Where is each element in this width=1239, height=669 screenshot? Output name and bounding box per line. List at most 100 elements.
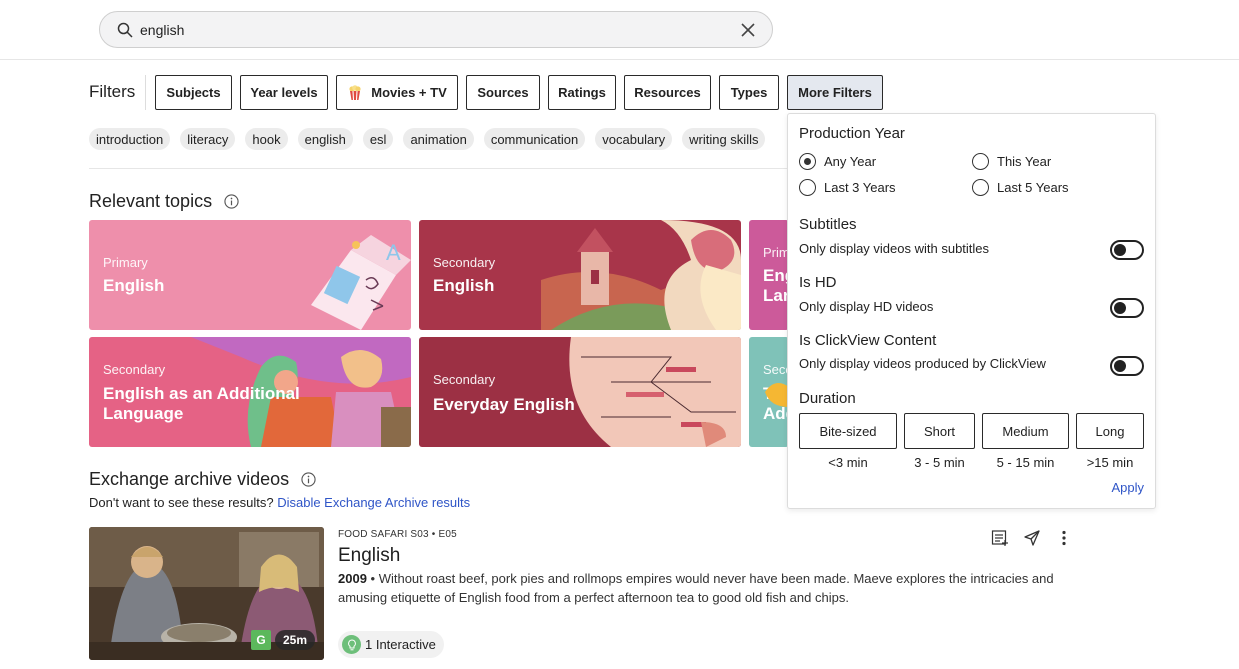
tag-chip[interactable]: introduction [89,128,171,150]
tag-chip[interactable]: esl [362,128,394,150]
radio-circle[interactable] [972,153,989,170]
topic-card-secondary-english[interactable]: Secondary English [419,220,741,330]
section-title: Relevant topics [89,191,213,211]
clickview-description: Only display videos produced by ClickVie… [799,356,1046,371]
ratings-filter-button[interactable]: Ratings [548,75,616,110]
tag-chip[interactable]: literacy [180,128,236,150]
button-label: Movies + TV [371,85,447,100]
more-options-icon[interactable] [1055,529,1073,547]
search-bar[interactable] [99,11,773,48]
topic-title: Eng Lan [763,266,789,305]
hd-description: Only display HD videos [799,299,934,314]
subtitles-toggle[interactable] [1110,240,1144,260]
radio-any-year[interactable]: Any Year [799,153,876,170]
radio-label: Last 3 Years [824,180,896,195]
tag-chip[interactable]: animation [403,128,474,150]
share-icon[interactable] [1023,529,1041,547]
button-label: Year levels [250,85,318,100]
hd-toggle[interactable] [1110,298,1144,318]
castle-illustration [541,220,741,330]
info-icon[interactable] [224,194,239,209]
rating-badge: G [251,630,271,650]
topic-card-teaching-additional[interactable]: Seco Tea Add [749,337,789,447]
sources-filter-button[interactable]: Sources [466,75,540,110]
duration-range-label: 3 - 5 min [914,455,965,470]
tag-chip[interactable]: english [297,128,353,150]
add-to-playlist-icon[interactable] [991,529,1009,547]
duration-heading: Duration [799,390,856,407]
radio-last-5-years[interactable]: Last 5 Years [972,179,1069,196]
button-label: Sources [477,85,529,100]
duration-range-label: 5 - 15 min [996,455,1055,470]
hd-heading: Is HD [799,274,837,291]
description-text: Without roast beef, pork pies and rollmo… [338,571,1054,605]
search-input[interactable] [140,18,720,42]
filters-label: Filters [89,82,136,101]
button-label: Medium [1002,423,1049,439]
duration-badge: 25m [275,630,315,650]
divider [145,75,146,110]
year-levels-filter-button[interactable]: Year levels [240,75,328,110]
more-filters-panel: Production Year Any Year This Year Last … [787,113,1156,509]
close-icon[interactable] [740,22,756,38]
topic-card-english-additional-language[interactable]: Secondary English as an Additional Langu… [89,337,411,447]
radio-circle[interactable] [799,179,816,196]
duration-range-label: >15 min [1086,455,1134,470]
radio-circle[interactable] [972,179,989,196]
radio-last-3-years[interactable]: Last 3 Years [799,179,896,196]
info-icon[interactable] [301,472,316,487]
subjects-filter-button[interactable]: Subjects [155,75,232,110]
svg-text:A: A [386,240,401,265]
clickview-toggle[interactable] [1110,356,1144,376]
duration-bite-sized-button[interactable]: Bite-sized [799,413,897,449]
topic-title: English as an Additional Language [103,384,300,423]
separator: • [366,571,379,586]
topic-card-everyday-english[interactable]: Secondary Everyday English [419,337,741,447]
topic-card-primary-english[interactable]: A Primary English [89,220,411,330]
production-year-heading: Production Year [799,125,905,142]
button-label: Long [1095,423,1125,439]
duration-long-button[interactable]: Long [1076,413,1144,449]
topic-level: Secondary [433,255,496,270]
tag-chip[interactable]: communication [483,128,586,150]
topic-title: English [103,276,165,295]
notice-text: Don't want to see these results? [89,495,274,510]
topic-level: Secondary [103,362,166,377]
search-header [0,0,1239,60]
subtitles-description: Only display videos with subtitles [799,241,990,256]
topic-card-primary-english-language[interactable]: Prim Eng Lan [749,220,789,330]
apply-button[interactable]: Apply [1111,480,1144,495]
topic-title: Everyday English [433,395,575,414]
disable-exchange-archive-link[interactable]: Disable Exchange Archive results [277,495,470,510]
popcorn-icon [349,84,361,100]
duration-short-button[interactable]: Short [904,413,975,449]
movies-tv-filter-button[interactable]: Movies + TV [336,75,458,110]
tag-chip[interactable]: hook [245,128,288,150]
button-label: Subjects [166,85,221,100]
radio-this-year[interactable]: This Year [972,153,1051,170]
video-title[interactable]: English [338,545,400,567]
resources-filter-button[interactable]: Resources [624,75,711,110]
topic-level: Seco [763,362,789,377]
search-icon [117,22,133,38]
subtitles-heading: Subtitles [799,216,857,233]
tag-chip[interactable]: writing skills [682,128,766,150]
interactive-badge[interactable]: 1 Interactive [338,631,444,658]
radio-circle[interactable] [799,153,816,170]
radio-label: Last 5 Years [997,180,1069,195]
tag-list: introduction literacy hook english esl a… [89,128,766,150]
topic-level: Secondary [433,372,496,387]
video-thumbnail[interactable]: G 25m [89,527,324,660]
more-filters-button[interactable]: More Filters [787,75,883,110]
types-filter-button[interactable]: Types [719,75,779,110]
duration-medium-button[interactable]: Medium [982,413,1069,449]
section-title: Exchange archive videos [89,469,290,489]
button-label: More Filters [798,85,872,100]
notebook-illustration: A [311,235,411,330]
tag-chip[interactable]: vocabulary [595,128,673,150]
relevant-topics-heading: Relevant topics [89,191,239,212]
divider [89,168,789,169]
clickview-heading: Is ClickView Content [799,332,937,349]
button-label: Resources [634,85,701,100]
video-description: 2009 • Without roast beef, pork pies and… [338,569,1068,607]
